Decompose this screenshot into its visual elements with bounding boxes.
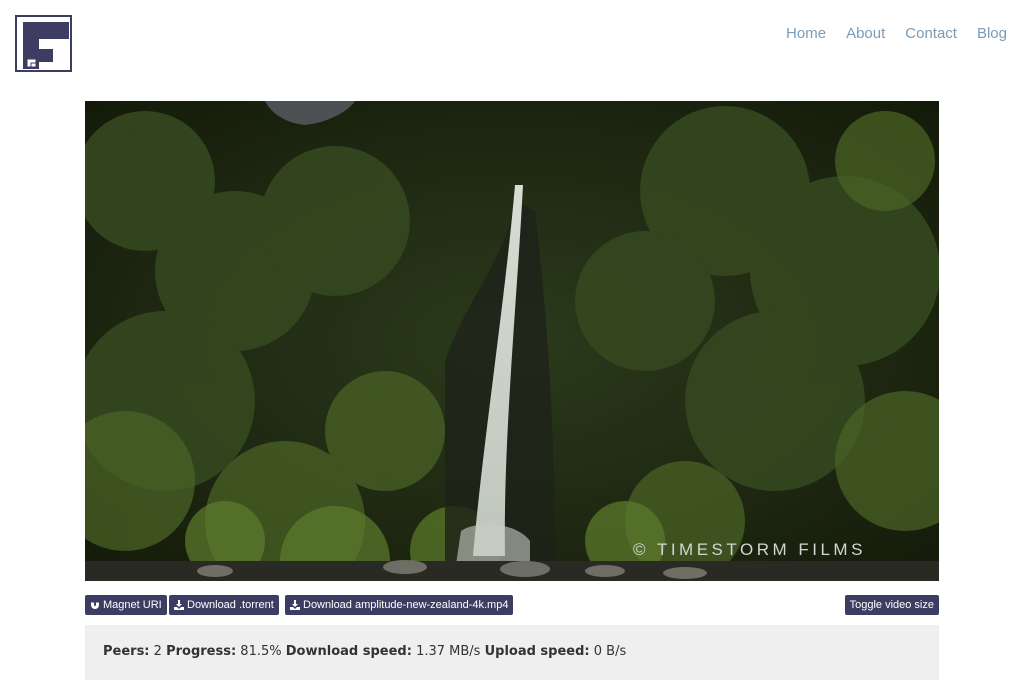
- magnet-icon: [91, 601, 99, 609]
- video-controls: Magnet URI Download .torrent Download am…: [85, 595, 939, 615]
- main-nav: Home About Contact Blog: [766, 25, 1007, 43]
- nav-home-link[interactable]: Home: [786, 25, 826, 43]
- torrent-stats: Peers: 2 Progress: 81.5% Download speed:…: [85, 625, 939, 680]
- site-logo[interactable]: [15, 15, 72, 72]
- download-torrent-button[interactable]: Download .torrent: [169, 595, 279, 615]
- nav-contact-link[interactable]: Contact: [905, 25, 957, 43]
- download-speed-label: Download speed:: [285, 644, 412, 659]
- download-icon: [174, 600, 184, 610]
- toggle-video-size-label: Toggle video size: [849, 599, 934, 611]
- video-frame: © TIMESTORM FILMS: [85, 101, 939, 581]
- magnet-uri-label: Magnet URI: [103, 599, 162, 611]
- nav-blog-link[interactable]: Blog: [977, 25, 1007, 43]
- upload-speed-value: 0 B/s: [593, 644, 627, 659]
- toggle-video-size-button[interactable]: Toggle video size: [844, 595, 939, 615]
- download-file-label: Download amplitude-new-zealand-4k.mp4: [303, 599, 509, 611]
- download-torrent-label: Download .torrent: [187, 599, 274, 611]
- nav-about-link[interactable]: About: [846, 25, 885, 43]
- progress-value: 81.5%: [240, 644, 282, 659]
- download-icon: [290, 600, 300, 610]
- download-file-button[interactable]: Download amplitude-new-zealand-4k.mp4: [285, 595, 514, 615]
- peers-label: Peers:: [103, 644, 150, 659]
- video-player[interactable]: © TIMESTORM FILMS: [85, 101, 939, 581]
- upload-speed-label: Upload speed:: [484, 644, 590, 659]
- download-speed-value: 1.37 MB/s: [416, 644, 481, 659]
- logo-mark-icon: [23, 22, 69, 69]
- progress-label: Progress:: [166, 644, 237, 659]
- magnet-uri-button[interactable]: Magnet URI: [85, 595, 167, 615]
- peers-value: 2: [153, 644, 162, 659]
- watermark-text: © TIMESTORM FILMS: [633, 540, 866, 559]
